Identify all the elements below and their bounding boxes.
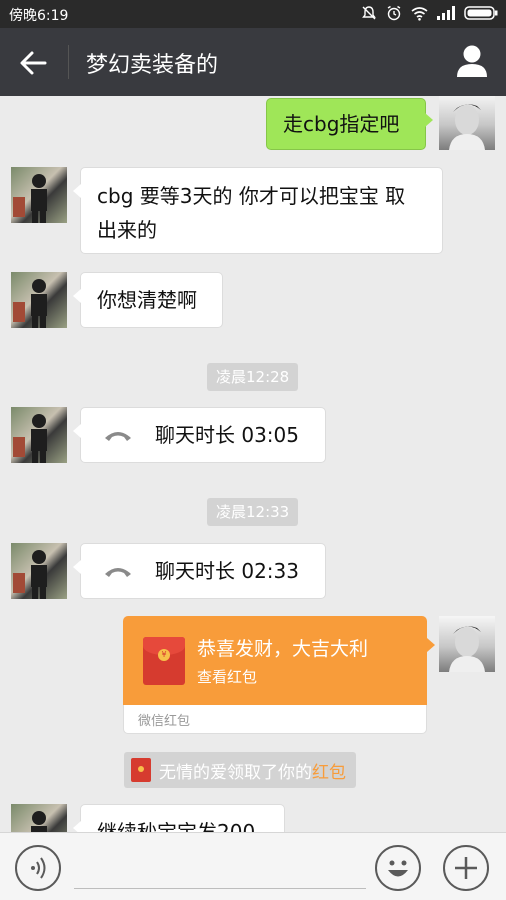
input-bar <box>0 832 506 900</box>
red-packet-open-label: 查看红包 <box>197 668 258 686</box>
red-envelope-small-icon <box>131 758 151 782</box>
red-packet-message[interactable]: ¥ 恭喜发财，大吉大利 查看红包 微信红包 <box>123 616 435 734</box>
message-bubble-received[interactable]: 继续秒宝宝发200 <box>73 804 285 832</box>
avatar-image <box>449 104 485 150</box>
my-avatar[interactable] <box>439 96 495 150</box>
message-input[interactable] <box>74 855 366 889</box>
message-bubble-received[interactable]: cbg 要等3天的 你才可以把宝宝 取 出来的 <box>73 167 443 254</box>
emoji-button[interactable] <box>375 845 421 891</box>
call-duration-text: 聊天时长 03:05 <box>155 423 299 447</box>
red-packet-footer-label: 微信红包 <box>138 714 191 729</box>
chat-header: 梦幻卖装备的 <box>0 28 506 96</box>
status-bar: 傍晚6:19 <box>0 0 506 28</box>
emoji-icon <box>388 860 408 877</box>
call-record-bubble[interactable]: 聊天时长 03:05 <box>73 407 326 463</box>
message-text: 继续秒宝宝发200 <box>97 820 256 832</box>
contact-avatar[interactable] <box>11 272 67 328</box>
chat-title: 梦幻卖装备的 <box>86 53 219 78</box>
avatar-image <box>31 811 47 832</box>
message-text: 你想清楚啊 <box>97 288 197 312</box>
plus-icon <box>455 857 477 879</box>
contact-avatar[interactable] <box>11 804 67 832</box>
system-notice: 无情的爱领取了你的 红包 <box>124 752 356 788</box>
avatar-image <box>13 279 47 328</box>
avatar-image <box>13 550 47 599</box>
status-icons <box>361 5 498 21</box>
more-button[interactable] <box>443 845 489 891</box>
phone-icon <box>105 568 131 577</box>
red-packet-body: ¥ 恭喜发财，大吉大利 查看红包 <box>123 616 435 705</box>
timestamp-badge: 凌晨12:28 <box>207 363 299 391</box>
message-text: 走cbg指定吧 <box>283 112 400 136</box>
message-text-line: 出来的 <box>97 218 157 242</box>
avatar-image <box>449 626 485 672</box>
header-divider <box>68 45 69 79</box>
red-packet-greeting: 恭喜发财，大吉大利 <box>197 638 369 660</box>
message-text-line: cbg 要等3天的 你才可以把宝宝 取 <box>97 184 406 208</box>
status-time: 傍晚6:19 <box>9 8 69 24</box>
red-envelope-icon: ¥ <box>143 637 185 685</box>
contact-avatar[interactable] <box>11 407 67 463</box>
battery-icon <box>464 6 498 20</box>
system-notice-text: 无情的爱领取了你的 <box>159 762 312 783</box>
notifications-off-icon <box>362 6 376 20</box>
call-duration-text: 聊天时长 02:33 <box>155 559 299 583</box>
message-bubble-sent[interactable]: 走cbg指定吧 <box>266 98 433 150</box>
voice-button[interactable] <box>15 845 61 891</box>
contact-avatar[interactable] <box>11 543 67 599</box>
alarm-icon <box>387 5 401 21</box>
timestamp-badge: 凌晨12:33 <box>207 498 299 526</box>
signal-icon <box>437 6 455 20</box>
avatar-image <box>13 174 47 223</box>
avatar-image <box>13 414 47 463</box>
person-icon[interactable] <box>456 44 488 78</box>
message-list[interactable]: 走cbg指定吧 cbg 要等3天的 你才可以把宝宝 取 出来的 你想清楚啊 凌晨… <box>0 96 506 832</box>
message-bubble-received[interactable]: 你想清楚啊 <box>73 272 223 328</box>
back-arrow-icon[interactable] <box>18 48 48 78</box>
phone-icon <box>105 432 131 441</box>
call-record-bubble[interactable]: 聊天时长 02:33 <box>73 543 326 599</box>
contact-avatar[interactable] <box>11 167 67 223</box>
wifi-icon <box>411 6 428 21</box>
system-notice-link[interactable]: 红包 <box>312 758 346 783</box>
red-packet-footer: 微信红包 <box>123 705 427 734</box>
voice-icon <box>31 857 46 879</box>
my-avatar[interactable] <box>439 616 495 672</box>
